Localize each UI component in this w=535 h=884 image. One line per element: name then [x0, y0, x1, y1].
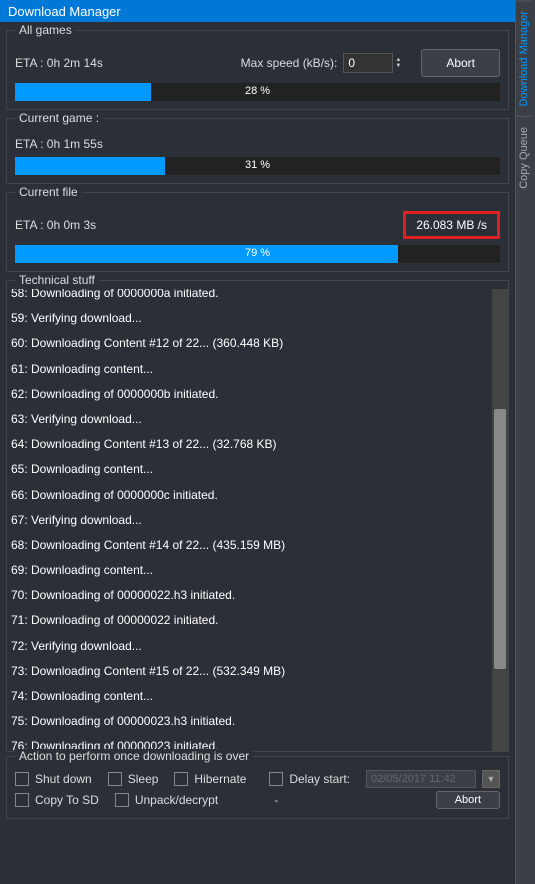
- max-speed-input[interactable]: 0: [343, 53, 393, 73]
- section-all-games: All games ETA : 0h 2m 14s Max speed (kB/…: [6, 30, 509, 110]
- all-games-eta: ETA : 0h 2m 14s: [15, 56, 241, 70]
- all-games-progress-text: 28 %: [15, 85, 500, 97]
- delay-start-input[interactable]: 02/05/2017 11:42: [366, 770, 476, 788]
- checkbox-copy-to-sd[interactable]: [15, 793, 29, 807]
- section-title-all-games: All games: [15, 23, 76, 37]
- current-game-eta: ETA : 0h 1m 55s: [15, 137, 500, 151]
- section-current-game: Current game : ETA : 0h 1m 55s 31 %: [6, 118, 509, 184]
- log-line[interactable]: 66: Downloading of 0000000c initiated.: [7, 483, 508, 508]
- current-game-progress: 31 %: [15, 157, 500, 175]
- log-line[interactable]: 59: Verifying download...: [7, 306, 508, 331]
- window-titlebar: Download Manager: [0, 0, 515, 22]
- date-picker-button[interactable]: ▼: [482, 770, 500, 788]
- max-speed-label: Max speed (kB/s):: [241, 56, 338, 70]
- checkbox-delay-start[interactable]: [269, 772, 283, 786]
- spin-down-icon[interactable]: ▼: [395, 63, 401, 69]
- section-title-current-file: Current file: [15, 185, 82, 199]
- log-line[interactable]: 73: Downloading Content #15 of 22... (53…: [7, 659, 508, 684]
- log-line[interactable]: 72: Verifying download...: [7, 634, 508, 659]
- abort-bottom-button[interactable]: Abort: [436, 791, 500, 809]
- current-file-progress: 79 %: [15, 245, 500, 263]
- current-file-speed: 26.083 MB /s: [403, 211, 500, 239]
- log-line[interactable]: 63: Verifying download...: [7, 407, 508, 432]
- all-games-progress: 28 %: [15, 83, 500, 101]
- log-line[interactable]: 62: Downloading of 0000000b initiated.: [7, 382, 508, 407]
- checkbox-unpack[interactable]: [115, 793, 129, 807]
- log-line[interactable]: 67: Verifying download...: [7, 508, 508, 533]
- label-sleep[interactable]: Sleep: [128, 772, 159, 786]
- label-unpack[interactable]: Unpack/decrypt: [135, 793, 218, 807]
- section-post-action: Action to perform once downloading is ov…: [6, 756, 509, 819]
- log-line[interactable]: 61: Downloading content...: [7, 357, 508, 382]
- log-line[interactable]: 65: Downloading content...: [7, 457, 508, 482]
- log-line[interactable]: 64: Downloading Content #13 of 22... (32…: [7, 432, 508, 457]
- sidebar: Download Manager Copy Queue: [515, 0, 535, 884]
- section-current-file: Current file ETA : 0h 0m 3s 26.083 MB /s…: [6, 192, 509, 272]
- current-game-progress-text: 31 %: [15, 159, 500, 171]
- sidetab-download-manager[interactable]: Download Manager: [516, 0, 532, 116]
- current-file-progress-text: 79 %: [15, 247, 500, 259]
- section-title-current-game: Current game :: [15, 111, 103, 125]
- current-file-eta: ETA : 0h 0m 3s: [15, 218, 403, 232]
- log-line[interactable]: 74: Downloading content...: [7, 684, 508, 709]
- scroll-thumb[interactable]: [494, 409, 506, 669]
- label-shutdown[interactable]: Shut down: [35, 772, 92, 786]
- log-line[interactable]: 71: Downloading of 00000022 initiated.: [7, 608, 508, 633]
- label-copy-to-sd[interactable]: Copy To SD: [35, 793, 99, 807]
- label-hibernate[interactable]: Hibernate: [194, 772, 246, 786]
- post-action-dash: -: [274, 793, 278, 807]
- log-line[interactable]: 75: Downloading of 00000023.h3 initiated…: [7, 709, 508, 734]
- scrollbar[interactable]: [492, 289, 508, 751]
- abort-all-button[interactable]: Abort: [421, 49, 500, 77]
- log-line[interactable]: 68: Downloading Content #14 of 22... (43…: [7, 533, 508, 558]
- checkbox-sleep[interactable]: [108, 772, 122, 786]
- checkbox-hibernate[interactable]: [174, 772, 188, 786]
- log-line[interactable]: 69: Downloading content...: [7, 558, 508, 583]
- label-delay-start[interactable]: Delay start:: [289, 772, 350, 786]
- section-title-technical: Technical stuff: [15, 273, 99, 287]
- log-line[interactable]: 60: Downloading Content #12 of 22... (36…: [7, 331, 508, 356]
- sidetab-copy-queue[interactable]: Copy Queue: [516, 116, 532, 199]
- section-technical: Technical stuff 58: Downloading of 00000…: [6, 280, 509, 752]
- log-container: 58: Downloading of 0000000a initiated.59…: [7, 289, 508, 751]
- window-title: Download Manager: [8, 4, 121, 19]
- checkbox-shutdown[interactable]: [15, 772, 29, 786]
- section-title-post-action: Action to perform once downloading is ov…: [15, 749, 253, 763]
- log-line[interactable]: 58: Downloading of 0000000a initiated.: [7, 289, 508, 306]
- log-line[interactable]: 70: Downloading of 00000022.h3 initiated…: [7, 583, 508, 608]
